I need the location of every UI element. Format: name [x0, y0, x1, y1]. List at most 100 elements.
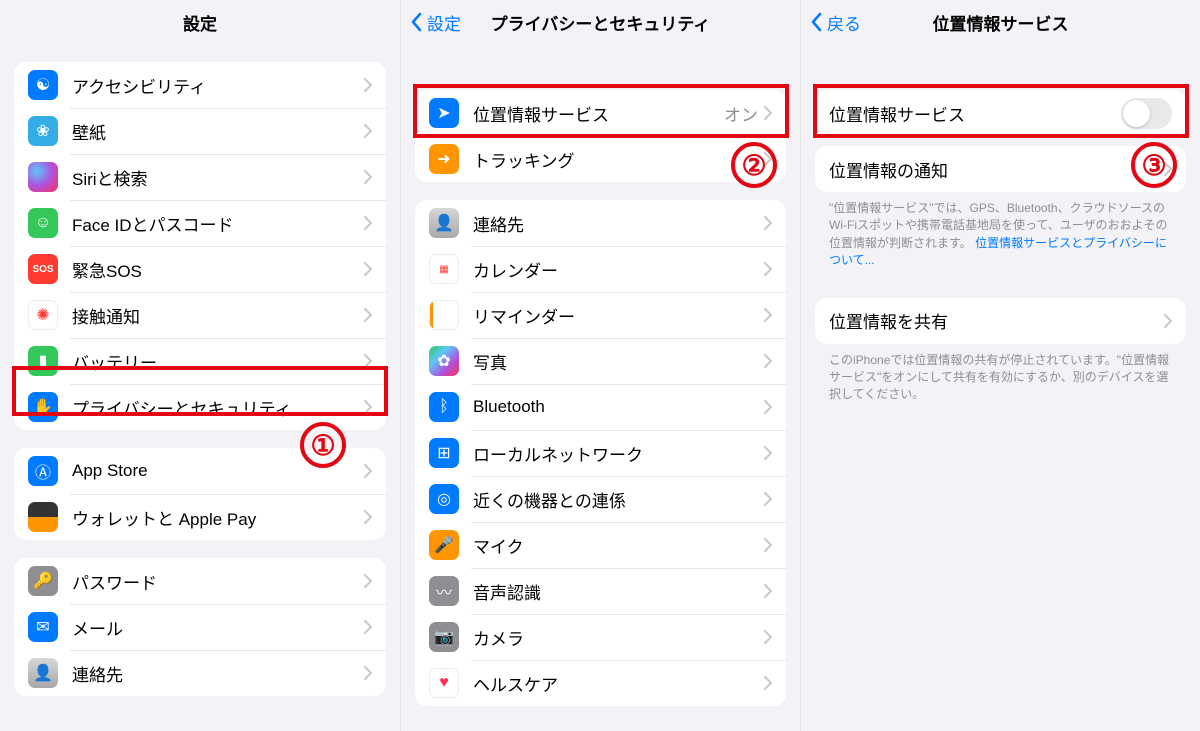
chevron-right-icon — [364, 354, 372, 368]
row-label: パスワード — [72, 569, 364, 594]
chevron-right-icon — [364, 262, 372, 276]
page-title: 位置情報サービス — [933, 10, 1069, 35]
chevron-right-icon — [764, 400, 772, 414]
health-icon: ♥ — [429, 668, 459, 698]
row-battery[interactable]: ▮ バッテリー — [14, 338, 386, 384]
speech-icon: 〰 — [429, 576, 459, 606]
reminders-icon: ≡ — [429, 300, 459, 330]
row-value: オン — [724, 101, 758, 126]
chevron-right-icon — [764, 676, 772, 690]
chevron-right-icon — [364, 400, 372, 414]
faceid-icon: ☺ — [28, 208, 58, 238]
row-bluetooth[interactable]: ᛒ Bluetooth — [415, 384, 786, 430]
page-title: プライバシーとセキュリティ — [491, 10, 711, 35]
nearby-icon: ◎ — [429, 484, 459, 514]
row-label: カレンダー — [473, 257, 764, 282]
row-contacts[interactable]: 👤 連絡先 — [415, 200, 786, 246]
row-calendar[interactable]: ▦ カレンダー — [415, 246, 786, 292]
photos-icon: ✿ — [429, 346, 459, 376]
row-speech[interactable]: 〰 音声認識 — [415, 568, 786, 614]
row-label: 位置情報の通知 — [829, 157, 1164, 182]
back-button[interactable]: 戻る — [811, 10, 861, 35]
row-mail[interactable]: ✉ メール — [14, 604, 386, 650]
chevron-right-icon — [764, 630, 772, 644]
navbar: 戻る 位置情報サービス — [801, 0, 1200, 44]
chevron-right-icon — [764, 446, 772, 460]
row-location-notify[interactable]: 位置情報の通知 — [815, 146, 1186, 192]
row-mic[interactable]: 🎤 マイク — [415, 522, 786, 568]
location-group-2: 位置情報の通知 — [815, 146, 1186, 192]
row-faceid[interactable]: ☺ Face IDとパスコード — [14, 200, 386, 246]
row-label: 位置情報を共有 — [829, 308, 1164, 333]
calendar-icon: ▦ — [429, 254, 459, 284]
chevron-right-icon — [364, 620, 372, 634]
row-label: バッテリー — [72, 349, 364, 374]
row-tracking[interactable]: ➜ トラッキング — [415, 136, 786, 182]
location-toggle[interactable] — [1121, 98, 1172, 129]
settings-group-3: 🔑 パスワード ✉ メール 👤 連絡先 — [14, 558, 386, 696]
row-location-toggle[interactable]: 位置情報サービス — [815, 90, 1186, 136]
row-localnet[interactable]: ⊞ ローカルネットワーク — [415, 430, 786, 476]
accessibility-icon: ☯ — [28, 70, 58, 100]
row-exposure[interactable]: ✺ 接触通知 — [14, 292, 386, 338]
chevron-right-icon — [364, 666, 372, 680]
navbar: 設定 — [0, 0, 400, 44]
location-icon: ➤ — [429, 98, 459, 128]
page-title: 設定 — [183, 10, 217, 35]
row-wallet[interactable]: ウォレットと Apple Pay — [14, 494, 386, 540]
row-reminders[interactable]: ≡ リマインダー — [415, 292, 786, 338]
chevron-right-icon — [364, 216, 372, 230]
footnote-2: このiPhoneでは位置情報の共有が停止されています。"位置情報サービス"をオン… — [801, 344, 1200, 404]
row-nearby[interactable]: ◎ 近くの機器との連係 — [415, 476, 786, 522]
row-health[interactable]: ♥ ヘルスケア — [415, 660, 786, 706]
chevron-right-icon — [764, 584, 772, 598]
mic-icon: 🎤 — [429, 530, 459, 560]
chevron-right-icon — [764, 262, 772, 276]
row-label: アクセシビリティ — [72, 73, 364, 98]
chevron-right-icon — [364, 464, 372, 478]
localnet-icon: ⊞ — [429, 438, 459, 468]
footnote-1: "位置情報サービス"では、GPS、Bluetooth、クラウドソースのWi-Fi… — [801, 192, 1200, 270]
passwords-icon: 🔑 — [28, 566, 58, 596]
row-label: リマインダー — [473, 303, 764, 328]
chevron-right-icon — [764, 354, 772, 368]
row-label: プライバシーとセキュリティ — [72, 395, 364, 420]
exposure-icon: ✺ — [28, 300, 58, 330]
settings-screen-2: 設定 プライバシーとセキュリティ ➤ 位置情報サービス オン ➜ トラッキング … — [400, 0, 800, 731]
row-camera[interactable]: 📷 カメラ — [415, 614, 786, 660]
chevron-right-icon — [764, 492, 772, 506]
row-photos[interactable]: ✿ 写真 — [415, 338, 786, 384]
row-accessibility[interactable]: ☯ アクセシビリティ — [14, 62, 386, 108]
contacts-icon: 👤 — [28, 658, 58, 688]
chevron-right-icon — [1164, 314, 1172, 328]
chevron-right-icon — [764, 106, 772, 120]
row-label: ウォレットと Apple Pay — [72, 505, 364, 530]
settings-group-1: ☯ アクセシビリティ ❀ 壁紙 Siriと検索 ☺ Face IDとパスコード … — [14, 62, 386, 430]
row-label: 近くの機器との連係 — [473, 487, 764, 512]
row-sos[interactable]: SOS 緊急SOS — [14, 246, 386, 292]
row-label: 接触通知 — [72, 303, 364, 328]
row-label: Bluetooth — [473, 397, 764, 417]
location-group-3: 位置情報を共有 — [815, 298, 1186, 344]
row-label: 位置情報サービス — [829, 101, 1121, 126]
row-label: メール — [72, 615, 364, 640]
camera-icon: 📷 — [429, 622, 459, 652]
row-wallpaper[interactable]: ❀ 壁紙 — [14, 108, 386, 154]
chevron-right-icon — [764, 308, 772, 322]
row-share-location[interactable]: 位置情報を共有 — [815, 298, 1186, 344]
location-group-1: 位置情報サービス — [815, 90, 1186, 136]
row-siri[interactable]: Siriと検索 — [14, 154, 386, 200]
contacts-icon: 👤 — [429, 208, 459, 238]
row-contacts[interactable]: 👤 連絡先 — [14, 650, 386, 696]
back-label: 設定 — [427, 10, 461, 35]
back-button[interactable]: 設定 — [411, 10, 461, 35]
appstore-icon: Ⓐ — [28, 456, 58, 486]
row-label: ヘルスケア — [473, 671, 764, 696]
navbar: 設定 プライバシーとセキュリティ — [401, 0, 800, 44]
row-location-services[interactable]: ➤ 位置情報サービス オン — [415, 90, 786, 136]
chevron-right-icon — [364, 124, 372, 138]
row-passwords[interactable]: 🔑 パスワード — [14, 558, 386, 604]
row-label: 壁紙 — [72, 119, 364, 144]
battery-icon: ▮ — [28, 346, 58, 376]
row-label: ローカルネットワーク — [473, 441, 764, 466]
